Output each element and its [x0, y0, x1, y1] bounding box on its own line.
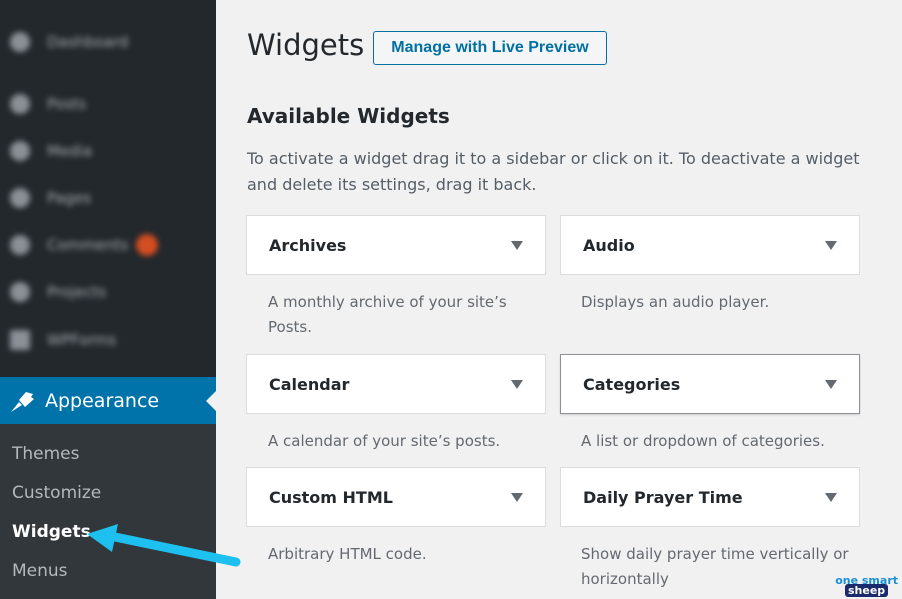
menu-label: Projects [47, 283, 107, 301]
watermark-logo: one smart sheep [835, 575, 898, 597]
available-widgets-description: To activate a widget drag it to a sideba… [247, 149, 860, 194]
triangle-down-icon[interactable] [825, 493, 837, 502]
submenu-item-menus[interactable]: Menus [12, 561, 68, 581]
triangle-down-icon[interactable] [511, 241, 523, 250]
widget-calendar[interactable]: Calendar [246, 354, 546, 414]
available-widgets-title: Available Widgets [247, 104, 450, 128]
widget-description: Show daily prayer time vertically or hor… [581, 545, 849, 588]
widget-title: Archives [269, 235, 347, 255]
triangle-down-icon[interactable] [825, 241, 837, 250]
page-title: Widgets [247, 28, 365, 62]
watermark-line2: sheep [845, 584, 889, 597]
widget-title: Audio [583, 235, 635, 255]
widget-title: Daily Prayer Time [583, 487, 743, 507]
widget-archives[interactable]: Archives [246, 215, 546, 275]
pin-icon [10, 282, 30, 302]
current-menu-caret [206, 391, 216, 411]
menu-item-comments[interactable]: Comments [0, 227, 216, 263]
menu-label: Appearance [45, 389, 160, 412]
submenu-item-themes[interactable]: Themes [12, 444, 80, 464]
menu-item-posts[interactable]: Posts [0, 86, 216, 122]
menu-item-dashboard[interactable]: Dashboard [0, 24, 216, 60]
menu-label: Media [47, 142, 93, 160]
menu-label: Comments [47, 236, 129, 254]
widget-title: Categories [583, 374, 681, 394]
pages-icon [10, 188, 30, 208]
menu-item-pages[interactable]: Pages [0, 180, 216, 216]
menu-item-projects[interactable]: Projects [0, 274, 216, 310]
menu-label: Dashboard [47, 33, 129, 51]
widget-title: Calendar [269, 374, 350, 394]
menu-label: WPForms [47, 331, 117, 349]
forms-icon [10, 330, 30, 350]
manage-live-preview-button[interactable]: Manage with Live Preview [373, 31, 607, 65]
media-icon [10, 141, 30, 161]
widget-description: Displays an audio player. [581, 293, 770, 311]
menu-item-appearance[interactable]: Appearance [0, 377, 216, 424]
submenu-item-customize[interactable]: Customize [12, 483, 101, 503]
widget-categories[interactable]: Categories [560, 354, 860, 414]
widget-description: A monthly archive of your site’s Posts. [268, 293, 507, 336]
widget-custom-html[interactable]: Custom HTML [246, 467, 546, 527]
widget-description: A calendar of your site’s posts. [268, 432, 501, 450]
pin-icon [10, 94, 30, 114]
submenu-item-widgets[interactable]: Widgets [12, 522, 91, 542]
widget-description: Arbitrary HTML code. [268, 545, 427, 563]
annotation-arrow-icon [87, 524, 241, 567]
menu-item-wpforms[interactable]: WPForms [0, 322, 216, 358]
widget-daily-prayer-time[interactable]: Daily Prayer Time [560, 467, 860, 527]
menu-item-media[interactable]: Media [0, 133, 216, 169]
menu-label: Pages [47, 189, 92, 207]
dashboard-icon [10, 32, 30, 52]
triangle-down-icon[interactable] [511, 380, 523, 389]
triangle-down-icon[interactable] [825, 380, 837, 389]
widget-audio[interactable]: Audio [560, 215, 860, 275]
paintbrush-icon [11, 391, 34, 412]
menu-label: Posts [47, 95, 87, 113]
widget-title: Custom HTML [269, 487, 393, 507]
comments-icon [10, 235, 30, 255]
comments-count-badge [136, 234, 159, 256]
triangle-down-icon[interactable] [511, 493, 523, 502]
widget-description: A list or dropdown of categories. [581, 432, 825, 450]
